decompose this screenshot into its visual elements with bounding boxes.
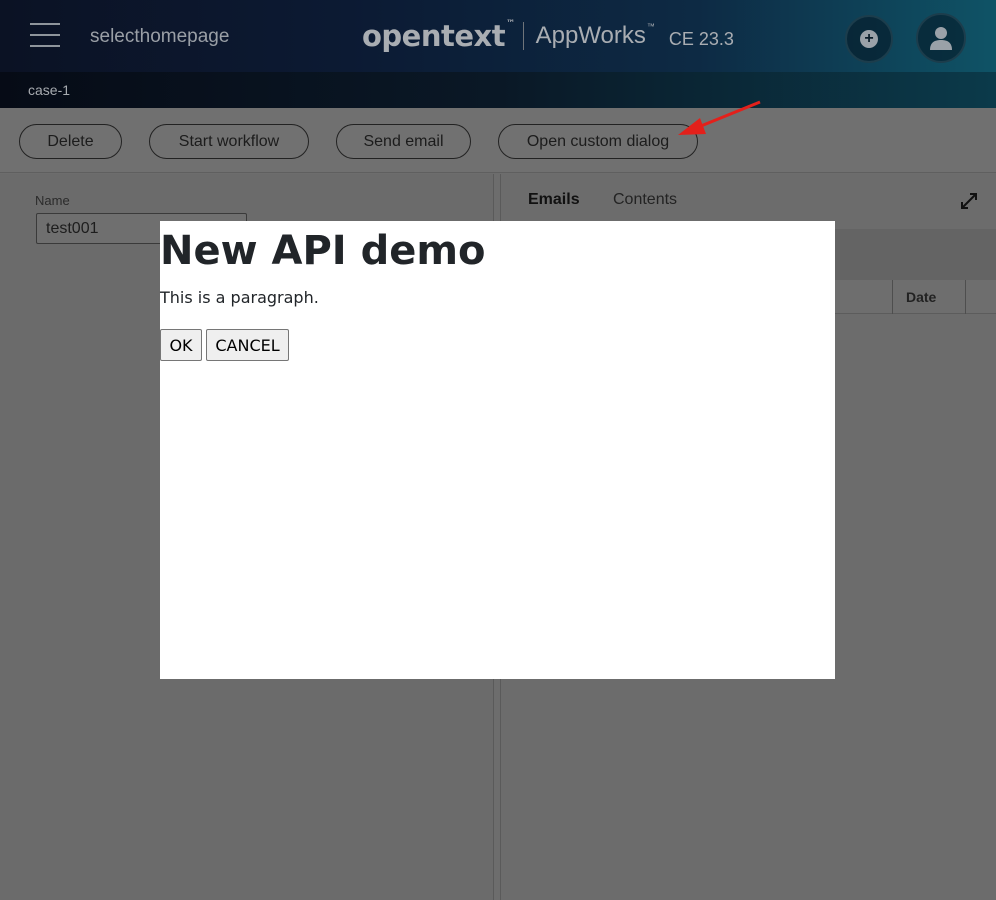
- tab-emails[interactable]: Emails: [528, 191, 580, 209]
- app-header: selecthomepage opentext™ AppWorks™ CE 23…: [0, 0, 996, 72]
- brand: opentext™ AppWorks™ CE 23.3: [362, 18, 734, 54]
- breadcrumb-bar: case-1: [0, 72, 996, 108]
- user-profile-button[interactable]: [916, 13, 966, 63]
- add-button[interactable]: +: [845, 15, 893, 63]
- app-title: selecthomepage: [90, 26, 230, 47]
- tab-contents[interactable]: Contents: [613, 191, 677, 209]
- name-label: Name: [35, 193, 70, 208]
- column-separator: [965, 280, 966, 314]
- product-version: CE 23.3: [668, 28, 734, 49]
- dialog-title: New API demo: [160, 228, 486, 274]
- custom-dialog: New API demo This is a paragraph. OK CAN…: [160, 221, 835, 679]
- hamburger-menu-icon[interactable]: [30, 23, 60, 49]
- plus-circle-icon: +: [860, 30, 878, 48]
- ok-button[interactable]: OK: [160, 329, 202, 361]
- start-workflow-button[interactable]: Start workflow: [149, 124, 309, 159]
- expand-icon[interactable]: [959, 191, 979, 211]
- dialog-paragraph: This is a paragraph.: [160, 288, 319, 307]
- send-email-button[interactable]: Send email: [336, 124, 471, 159]
- action-toolbar: Delete Start workflow Send email Open cu…: [0, 108, 996, 173]
- brand-divider: [522, 22, 524, 50]
- opentext-logo: opentext™: [362, 19, 515, 53]
- column-header-date[interactable]: Date: [906, 289, 936, 305]
- product-name: AppWorks™: [535, 22, 655, 49]
- cancel-button[interactable]: CANCEL: [206, 329, 289, 361]
- delete-button[interactable]: Delete: [19, 124, 122, 159]
- user-icon: [930, 27, 952, 50]
- column-separator: [892, 280, 893, 314]
- open-custom-dialog-button[interactable]: Open custom dialog: [498, 124, 698, 159]
- breadcrumb[interactable]: case-1: [28, 82, 70, 98]
